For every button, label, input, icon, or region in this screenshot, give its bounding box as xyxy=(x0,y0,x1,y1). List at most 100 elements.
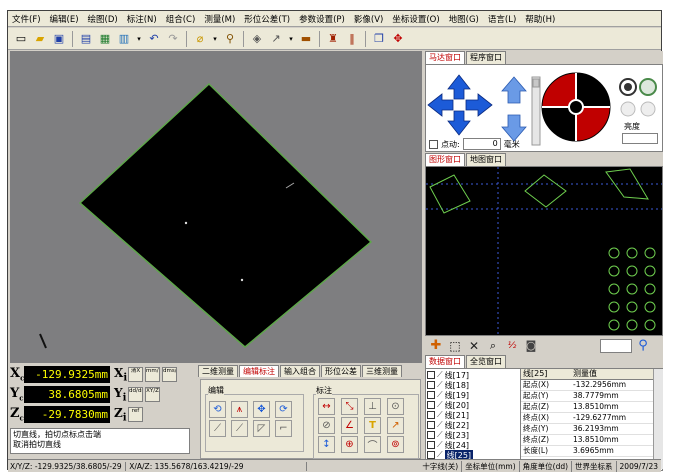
tab-map[interactable]: 地图窗口 xyxy=(466,153,506,166)
trim-icon[interactable]: ⟋ xyxy=(209,420,226,437)
menu-file[interactable]: 文件(F) xyxy=(12,13,41,25)
crosshair-icon[interactable]: ✥ xyxy=(390,31,406,47)
probe-toggle-icon[interactable]: ◙ xyxy=(523,338,539,354)
move-up-icon[interactable] xyxy=(447,74,471,100)
zero-x-button[interactable]: 清X xyxy=(128,367,143,382)
scroll-thumb[interactable] xyxy=(532,78,540,88)
menu-image[interactable]: 影像(V) xyxy=(354,13,383,25)
menu-combine[interactable]: 组合(C) xyxy=(166,13,196,25)
move-down-icon[interactable] xyxy=(447,110,471,136)
status-unit[interactable]: 坐标单位(mm) xyxy=(462,460,520,472)
angle-dim-icon[interactable]: ∠ xyxy=(341,417,358,434)
move-icon[interactable]: ✥ xyxy=(253,401,270,418)
element-list-item[interactable]: ⟋ 线[23] xyxy=(427,430,519,440)
move-left-icon[interactable] xyxy=(427,93,454,117)
magnifier-icon[interactable]: ⚲ xyxy=(635,338,651,354)
extend-icon[interactable]: ⟋ xyxy=(231,420,248,437)
element-list-item[interactable]: ⟋ 线[19] xyxy=(427,390,519,400)
new-icon[interactable]: ▭ xyxy=(13,31,29,47)
tab-2d-measure[interactable]: 二维测量 xyxy=(198,365,238,377)
command-prompt[interactable]: 切直线，拍切点标点击端 取消拍切直线 xyxy=(10,428,190,454)
menu-edit[interactable]: 编辑(E) xyxy=(50,13,79,25)
property-scrollbar[interactable] xyxy=(653,369,663,469)
add-point-icon[interactable]: ✚ xyxy=(428,338,444,354)
menu-annotate[interactable]: 标注(N) xyxy=(127,13,157,25)
rotate-icon[interactable]: ⟲ xyxy=(209,401,226,418)
report-icon[interactable]: ▤ xyxy=(78,31,94,47)
tab-overview[interactable]: 全览窗口 xyxy=(466,355,506,368)
joystick-center[interactable] xyxy=(568,99,584,115)
element-list-item[interactable]: ⟋ 线[18] xyxy=(427,380,519,390)
tab-3d-measure[interactable]: 三维测量 xyxy=(362,365,402,377)
perpendicular-icon[interactable]: ⊥ xyxy=(364,398,381,415)
menu-language[interactable]: 语言(L) xyxy=(488,13,516,25)
dropdown-arrow-icon[interactable]: ▾ xyxy=(135,31,143,47)
vdim-icon[interactable]: ↕ xyxy=(318,436,335,453)
map-shape[interactable] xyxy=(524,174,567,208)
light-top-icon[interactable] xyxy=(640,101,656,117)
tab-input-combine[interactable]: 输入组合 xyxy=(280,365,320,377)
mirror-icon[interactable]: ⩚ xyxy=(231,401,248,418)
chamfer-icon[interactable]: ⌐ xyxy=(275,420,292,437)
menu-measure[interactable]: 测量(M) xyxy=(204,13,235,25)
status-angle-unit[interactable]: 角度单位(dd) xyxy=(520,460,573,472)
element-list-item[interactable]: ⟋ 线[17] xyxy=(427,370,519,380)
select-box-icon[interactable]: ⬚ xyxy=(447,338,463,354)
menu-help[interactable]: 帮助(H) xyxy=(525,13,555,25)
graphic-zoom-input[interactable] xyxy=(600,338,632,353)
3d-icon[interactable]: ◈ xyxy=(249,31,265,47)
ref-button[interactable]: ref xyxy=(128,407,143,422)
element-checkbox[interactable] xyxy=(427,401,435,409)
element-checkbox[interactable] xyxy=(427,381,435,389)
menu-tolerance[interactable]: 形位公差(T) xyxy=(244,13,290,25)
tab-data[interactable]: 数据窗口 xyxy=(425,355,465,368)
arc-dim-icon[interactable]: ⌒ xyxy=(364,436,381,453)
status-coord-system[interactable]: 世界坐标系 xyxy=(572,460,617,472)
dropdown-arrow-icon[interactable]: ▾ xyxy=(287,31,295,47)
rotate-cw-icon[interactable]: ⟳ xyxy=(275,401,292,418)
redo-icon[interactable]: ↷ xyxy=(165,31,181,47)
graphic-window[interactable] xyxy=(425,166,663,336)
dropdown-arrow-icon[interactable]: ▾ xyxy=(211,31,219,47)
copy-icon[interactable]: ❐ xyxy=(371,31,387,47)
zoom-icon[interactable]: ⚲ xyxy=(222,31,238,47)
menu-draw[interactable]: 绘图(D) xyxy=(88,13,118,25)
delete-icon[interactable]: ✕ xyxy=(466,338,482,354)
pointmove-input[interactable]: 0 xyxy=(462,138,501,150)
element-checkbox[interactable] xyxy=(427,391,435,399)
radius-dim-icon[interactable]: ⊙ xyxy=(387,398,404,415)
element-checkbox[interactable] xyxy=(427,371,435,379)
brightness-input[interactable] xyxy=(622,133,658,144)
tab-motor[interactable]: 马达窗口 xyxy=(425,51,465,64)
export-icon[interactable]: ▥ xyxy=(116,31,132,47)
xyz-toggle-button[interactable]: XY/Z xyxy=(145,387,160,402)
text-icon[interactable]: T xyxy=(364,417,381,434)
map-shape[interactable] xyxy=(429,174,471,214)
element-checkbox[interactable] xyxy=(427,421,435,429)
move-right-icon[interactable] xyxy=(465,93,493,117)
excel-icon[interactable]: ▦ xyxy=(97,31,113,47)
leader-icon[interactable]: ↗ xyxy=(387,417,404,434)
find-icon[interactable]: ⌕ xyxy=(485,338,501,354)
status-crosshair[interactable]: 十字线(关) xyxy=(419,460,463,472)
tab-edit-annotate[interactable]: 编辑标注 xyxy=(239,365,279,377)
offset-icon[interactable]: ◸ xyxy=(253,420,270,437)
element-list-item[interactable]: ⟋ 线[21] xyxy=(427,410,519,420)
script-icon[interactable]: ½ xyxy=(504,338,520,354)
element-list-item[interactable]: ⟋ 线[24] xyxy=(427,440,519,450)
measure-icon[interactable]: ♜ xyxy=(325,31,341,47)
undo-icon[interactable]: ↶ xyxy=(146,31,162,47)
point-dim-icon[interactable]: ⊕ xyxy=(341,436,358,453)
dms-toggle-button[interactable]: dd/dms xyxy=(128,387,143,402)
element-list-item[interactable]: ⟋ 线[22] xyxy=(427,420,519,430)
element-checkbox[interactable] xyxy=(427,451,435,459)
menu-map[interactable]: 地图(G) xyxy=(449,13,479,25)
light-coaxial-icon[interactable] xyxy=(639,78,657,96)
element-checkbox[interactable] xyxy=(427,441,435,449)
aligned-dim-icon[interactable]: ⤡ xyxy=(341,398,358,415)
save-icon[interactable]: ▣ xyxy=(51,31,67,47)
diameter-dim-icon[interactable]: ⊘ xyxy=(318,417,335,434)
element-list[interactable]: ⟋ 线[17] ⟋ 线[18] ⟋ 线[19] ⟋ 线[20] ⟋ 线[21] ⟋ 线[22] ⟋ 线[2… xyxy=(427,370,519,470)
open-icon[interactable]: ▰ xyxy=(32,31,48,47)
tab-program[interactable]: 程序窗口 xyxy=(466,51,506,64)
